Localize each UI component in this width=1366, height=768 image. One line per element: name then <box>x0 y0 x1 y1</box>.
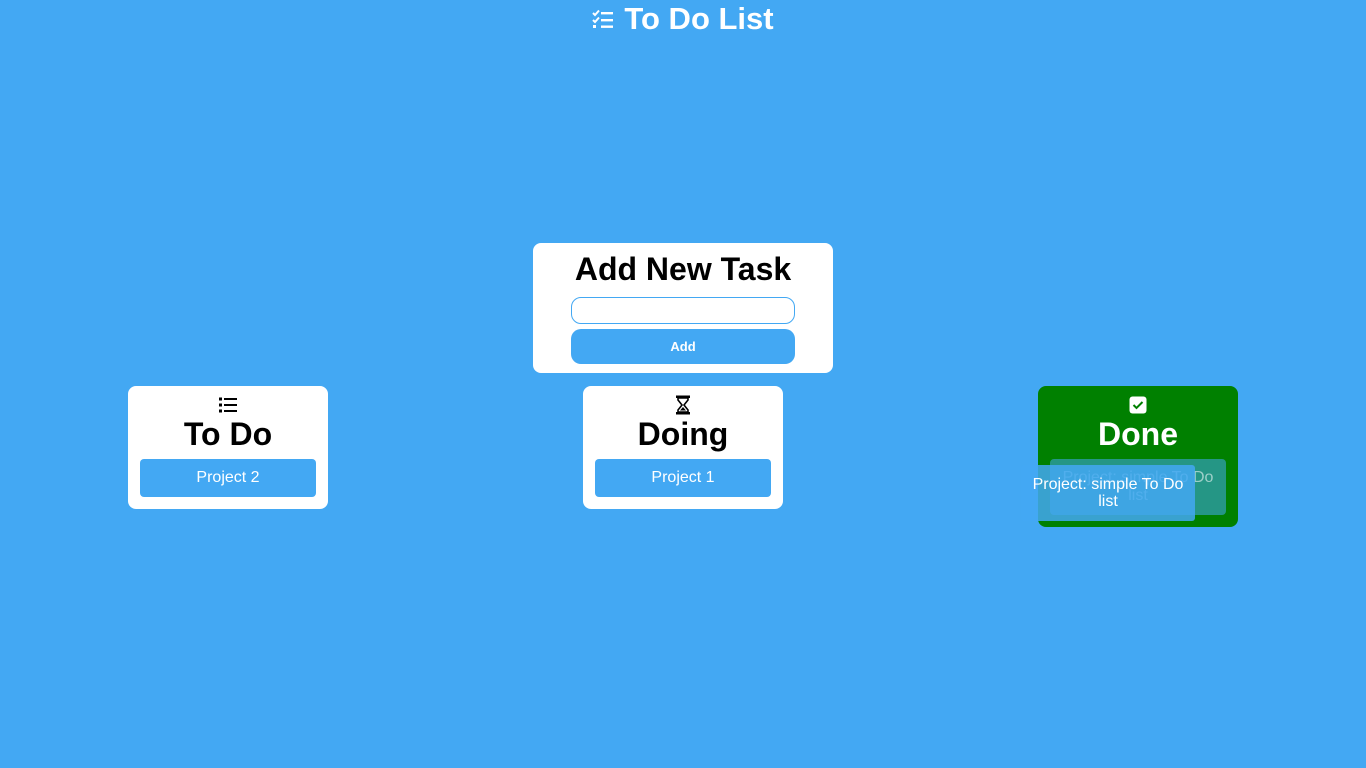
column-title: Done <box>1098 416 1178 452</box>
todo-app: To Do List Add New Task Add To Do Projec… <box>0 0 1366 768</box>
column-doing: Doing Project 1 <box>583 386 783 509</box>
task-card[interactable]: Project: simple To Do list <box>1050 459 1226 515</box>
add-task-heading: Add New Task <box>574 251 792 287</box>
task-card[interactable]: Project 2 <box>140 459 316 497</box>
column-todo: To Do Project 2 <box>128 386 328 509</box>
task-card[interactable]: Project 1 <box>595 459 771 497</box>
task-input[interactable] <box>571 297 795 324</box>
column-done: Done Project: simple To Do list <box>1038 386 1238 527</box>
app-title: To Do List <box>624 1 774 36</box>
checkbox-icon <box>1129 394 1147 416</box>
hourglass-icon <box>675 394 691 416</box>
add-button[interactable]: Add <box>571 329 795 364</box>
add-task-card: Add New Task Add <box>533 243 833 373</box>
list-icon <box>218 394 238 416</box>
app-header: To Do List <box>0 0 1366 38</box>
column-title: To Do <box>183 416 273 452</box>
list-check-icon <box>592 9 614 29</box>
column-title: Doing <box>637 416 729 452</box>
